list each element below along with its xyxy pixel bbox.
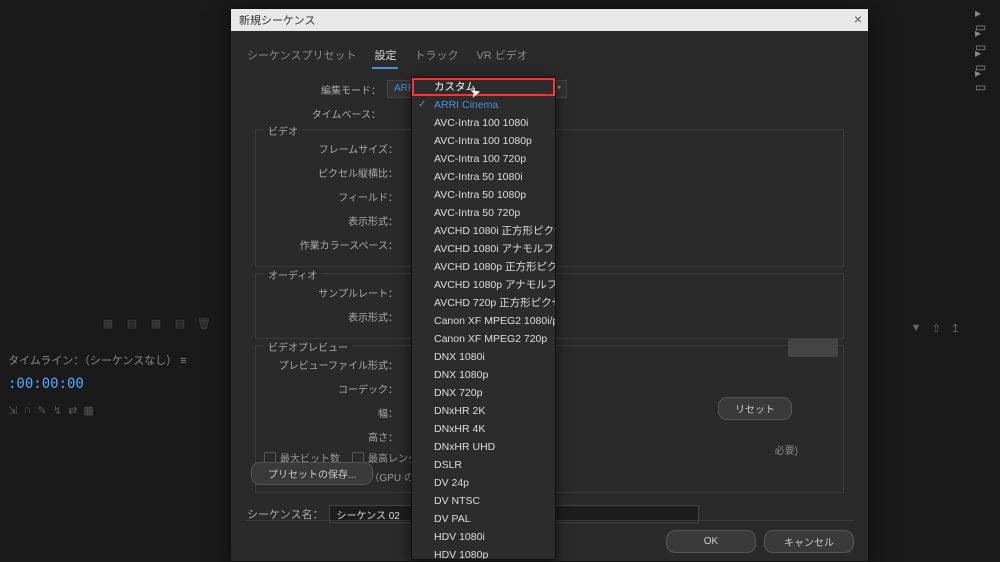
label-preview-file: プレビューファイル形式： bbox=[264, 357, 404, 372]
tl-icon-2: ∩ bbox=[23, 404, 31, 416]
label-display-format: 表示形式： bbox=[264, 213, 404, 228]
dropdown-item[interactable]: HDV 1080p bbox=[412, 546, 555, 560]
tl-icon-5: ⇄ bbox=[68, 404, 77, 417]
label-timebase: タイムベース： bbox=[247, 106, 387, 121]
label-pixel-aspect: ピクセル縦横比： bbox=[264, 165, 404, 180]
reset-button-wrap: リセット bbox=[718, 397, 792, 420]
dropdown-item[interactable]: DNX 1080i bbox=[412, 348, 555, 366]
dropdown-item[interactable]: DNxHR 2K bbox=[412, 402, 555, 420]
export-icon[interactable]: ↥ bbox=[951, 322, 960, 335]
dropdown-item[interactable]: AVC-Intra 100 1080i bbox=[412, 114, 555, 132]
dropdown-item[interactable]: AVCHD 1080i アナモルフィック bbox=[412, 240, 555, 258]
label-width: 幅： bbox=[264, 405, 404, 420]
tab-bar: シーケンスプリセット 設定 トラック VR ビデオ bbox=[231, 37, 868, 69]
timeline-panel: タイムライン：（シーケンスなし） ≡ :00:00:00 ⇲ ∩ ✎ ↯ ⇄ ▦ bbox=[0, 350, 200, 424]
dialog-title: 新規シーケンス bbox=[239, 12, 315, 28]
dropdown-item[interactable]: Canon XF MPEG2 1080i/p bbox=[412, 312, 555, 330]
fieldset-audio-label: オーディオ bbox=[264, 267, 321, 282]
dropdown-item[interactable]: AVCHD 1080p アナモルフィック bbox=[412, 276, 555, 294]
bg-toolbar-icons: ▦ ▤ ▦ ▤ 🗑 bbox=[100, 315, 212, 331]
dropdown-item[interactable]: AVC-Intra 50 1080i bbox=[412, 168, 555, 186]
dropdown-item[interactable]: DNxHR 4K bbox=[412, 420, 555, 438]
label-working-color: 作業カラースペース： bbox=[264, 237, 404, 252]
tab-settings[interactable]: 設定 bbox=[372, 43, 398, 69]
label-sample-rate: サンプルレート： bbox=[264, 285, 404, 300]
preset-save-wrap: プリセットの保存... bbox=[251, 462, 373, 485]
tab-tracks[interactable]: トラック bbox=[412, 43, 460, 69]
cancel-button[interactable]: キャンセル bbox=[764, 530, 854, 553]
dropdown-item[interactable]: AVCHD 1080p 正方形ピクセル bbox=[412, 258, 555, 276]
dropdown-item[interactable]: DV 24p bbox=[412, 474, 555, 492]
reset-button[interactable]: リセット bbox=[718, 397, 792, 420]
icon-b: ▤ bbox=[124, 315, 140, 331]
dropdown-item[interactable]: DNX 1080p bbox=[412, 366, 555, 384]
label-edit-mode: 編集モード： bbox=[247, 82, 387, 97]
timeline-tab-label: タイムライン：（シーケンスなし） ≡ bbox=[0, 350, 200, 370]
timeline-timecode: :00:00:00 bbox=[0, 374, 200, 394]
label-height: 高さ： bbox=[264, 429, 404, 444]
dropdown-item[interactable]: AVC-Intra 50 720p bbox=[412, 204, 555, 222]
dropdown-item[interactable]: HDV 1080i bbox=[412, 528, 555, 546]
tab-presets[interactable]: シーケンスプリセット bbox=[245, 43, 358, 69]
folder-icon[interactable]: ▸ ▭ bbox=[975, 66, 992, 94]
label-field: フィールド： bbox=[264, 189, 404, 204]
dropdown-item[interactable]: AVC-Intra 100 720p bbox=[412, 150, 555, 168]
save-preset-button[interactable]: プリセットの保存... bbox=[251, 462, 373, 485]
right-panel: ▸ ▭ ▸ ▭ ▸ ▭ ▸ ▭ bbox=[975, 0, 1000, 200]
dropdown-item[interactable]: DV PAL bbox=[412, 510, 555, 528]
icon-e: 🗑 bbox=[196, 315, 212, 331]
hint-text: 必要) bbox=[775, 442, 798, 457]
dropdown-item[interactable]: カスタム bbox=[412, 78, 555, 96]
icon-d: ▤ bbox=[172, 315, 188, 331]
tab-vrvideo[interactable]: VR ビデオ bbox=[474, 43, 529, 69]
dropdown-item[interactable]: DV NTSC bbox=[412, 492, 555, 510]
up-icon[interactable]: ⇧ bbox=[932, 322, 941, 335]
dropdown-item[interactable]: ARRI Cinema bbox=[412, 96, 555, 114]
dropdown-item[interactable]: DNX 720p bbox=[412, 384, 555, 402]
right-utils: ▼ ⇧ ↥ bbox=[911, 322, 960, 335]
dimmed-button bbox=[788, 339, 838, 357]
dropdown-item[interactable]: AVC-Intra 50 1080p bbox=[412, 186, 555, 204]
tl-icon-1: ⇲ bbox=[8, 404, 17, 417]
label-codec: コーデック： bbox=[264, 381, 404, 396]
dropdown-item[interactable]: Canon XF MPEG2 720p bbox=[412, 330, 555, 348]
dropdown-item[interactable]: DNxHR UHD bbox=[412, 438, 555, 456]
dropdown-item[interactable]: AVCHD 720p 正方形ピクセル bbox=[412, 294, 555, 312]
fieldset-video-label: ビデオ bbox=[264, 123, 302, 138]
close-icon[interactable]: × bbox=[854, 11, 862, 27]
tl-icon-3: ✎ bbox=[37, 404, 46, 417]
dropdown-item[interactable]: AVCHD 1080i 正方形ピクセル bbox=[412, 222, 555, 240]
dropdown-item[interactable]: AVC-Intra 100 1080p bbox=[412, 132, 555, 150]
label-framesize: フレームサイズ： bbox=[264, 141, 404, 156]
dialog-title-bar: 新規シーケンス × bbox=[231, 9, 868, 31]
filter-icon[interactable]: ▼ bbox=[911, 322, 922, 335]
icon-a: ▦ bbox=[100, 315, 116, 331]
icon-c: ▦ bbox=[148, 315, 164, 331]
edit-mode-dropdown-list[interactable]: カスタムARRI CinemaAVC-Intra 100 1080iAVC-In… bbox=[411, 77, 556, 560]
label-audio-display: 表示形式： bbox=[264, 309, 404, 324]
ok-button[interactable]: OK bbox=[666, 530, 756, 553]
dropdown-item[interactable]: DSLR bbox=[412, 456, 555, 474]
tl-icon-4: ↯ bbox=[53, 404, 62, 417]
fieldset-preview-label: ビデオプレビュー bbox=[264, 339, 352, 354]
tl-icon-6: ▦ bbox=[83, 404, 93, 417]
